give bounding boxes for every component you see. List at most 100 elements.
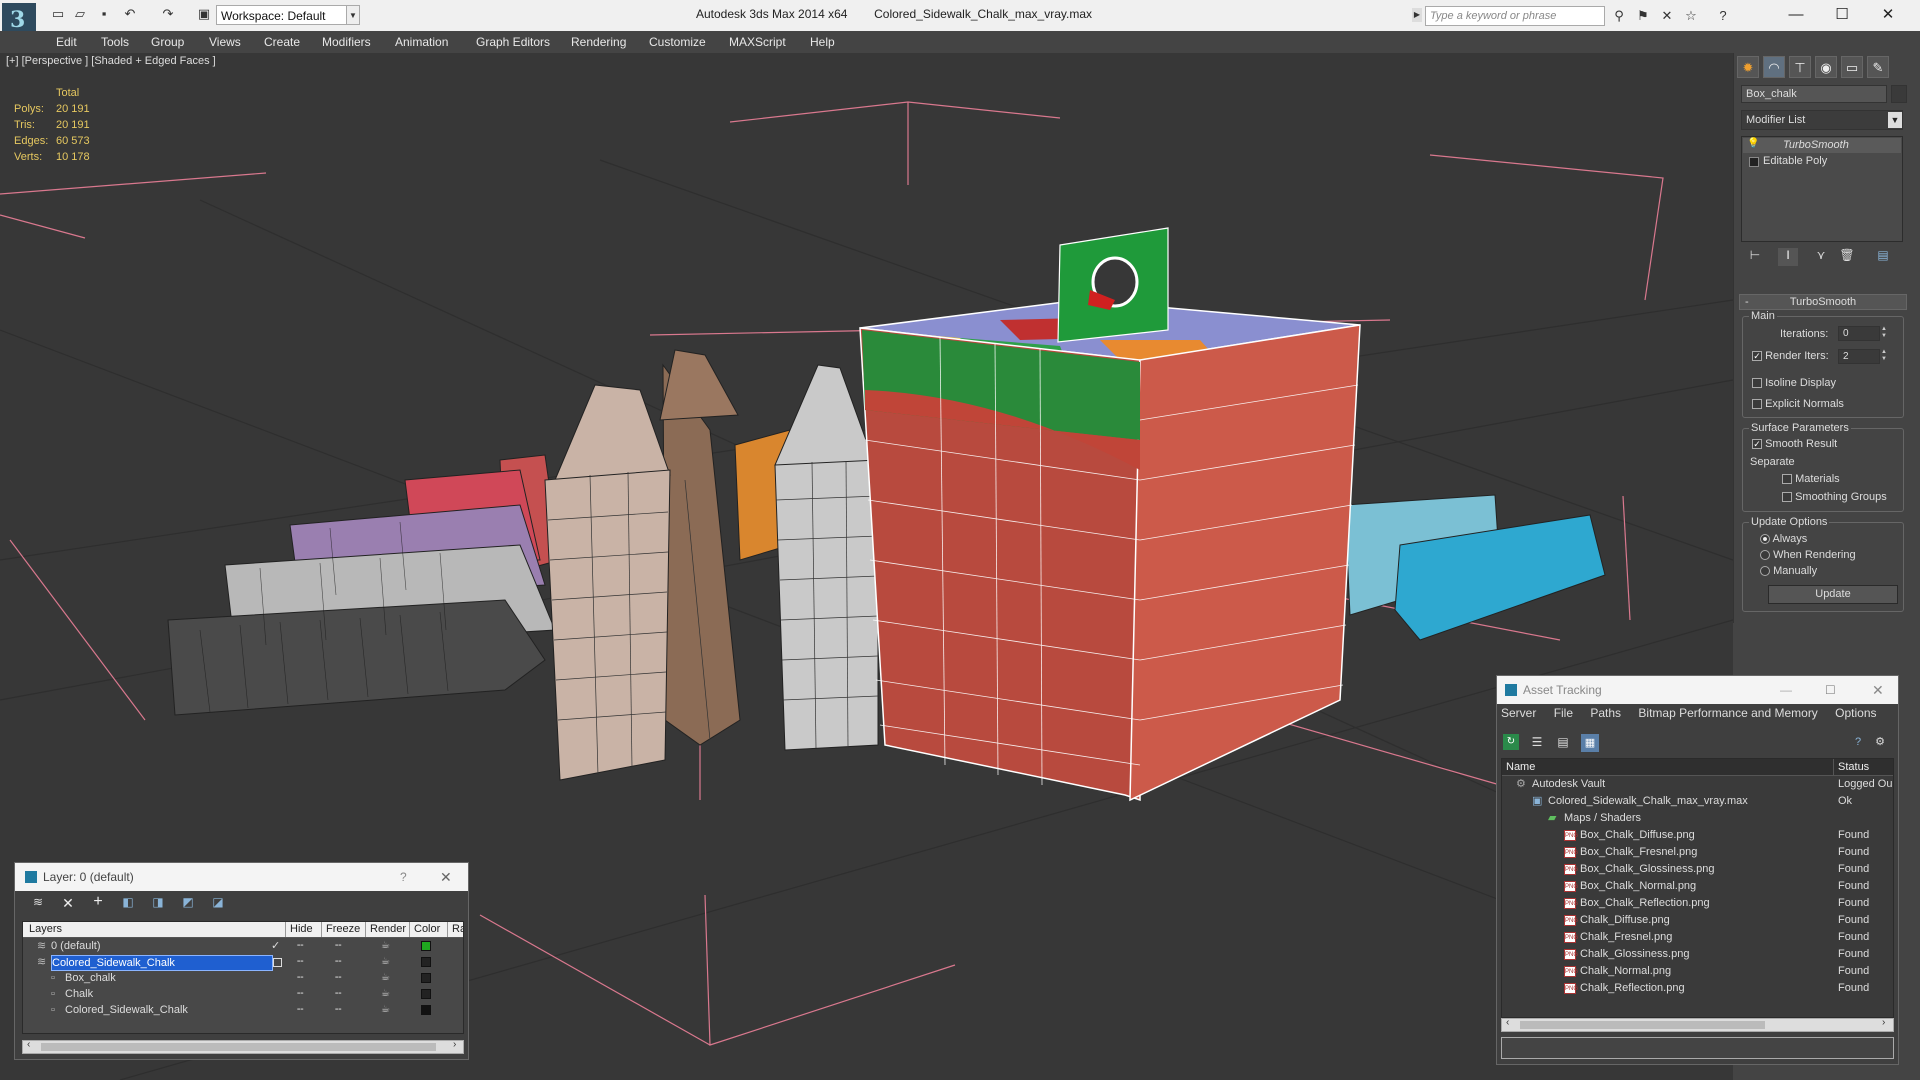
exchange-icon[interactable]: ✕ — [1658, 8, 1676, 24]
scroll-right-icon[interactable]: › — [453, 1039, 456, 1050]
scroll-left-icon[interactable]: ‹ — [27, 1039, 30, 1050]
asset-horizontal-scrollbar[interactable]: ‹ › — [1501, 1017, 1894, 1032]
freeze-toggle[interactable]: ╍ — [335, 938, 342, 954]
select-objects-icon[interactable]: ◧ — [120, 895, 136, 911]
favorites-star-icon[interactable]: ☆ — [1682, 8, 1700, 24]
help-icon[interactable]: ? — [400, 863, 407, 891]
close-icon[interactable]: ✕ — [1872, 676, 1884, 704]
render-teapot-icon[interactable]: ☕ — [381, 986, 390, 1002]
binoculars-icon[interactable]: ⚲ — [1610, 8, 1628, 24]
layer-color-swatch[interactable] — [421, 957, 431, 967]
object-color-swatch[interactable] — [1891, 85, 1907, 103]
menu-graph-editors[interactable]: Graph Editors — [476, 31, 550, 53]
list-view-icon[interactable]: ☰ — [1529, 734, 1545, 750]
minimize-icon[interactable]: — — [1776, 3, 1816, 27]
asset-row[interactable]: PNG Chalk_Glossiness.png Found — [1502, 946, 1893, 963]
menu-animation[interactable]: Animation — [395, 31, 448, 53]
display-tab-icon[interactable]: ▭ — [1841, 56, 1863, 78]
motion-tab-icon[interactable]: ◉ — [1815, 56, 1837, 78]
freeze-toggle[interactable]: ╍ — [335, 954, 342, 970]
render-iters-spinner[interactable]: ▲ ▼ — [1881, 349, 1889, 364]
smoothing-groups-checkbox[interactable] — [1782, 492, 1792, 503]
smooth-result-checkbox[interactable]: ✓ — [1752, 439, 1762, 450]
menu-maxscript[interactable]: MAXScript — [729, 31, 786, 53]
show-end-result-icon[interactable]: I — [1778, 248, 1798, 266]
render-teapot-icon[interactable]: ☕ — [381, 970, 390, 986]
col-name-header[interactable]: Name — [1506, 759, 1535, 775]
menu-create[interactable]: Create — [264, 31, 300, 53]
hide-toggle[interactable]: ╍ — [297, 970, 304, 986]
render-teapot-icon[interactable]: ☕ — [381, 954, 390, 970]
asset-row[interactable]: PNG Chalk_Reflection.png Found — [1502, 980, 1893, 997]
at-menu-bitmap-performance[interactable]: Bitmap Performance and Memory — [1638, 706, 1817, 720]
freeze-all-icon[interactable]: ◪ — [210, 895, 226, 911]
menu-rendering[interactable]: Rendering — [571, 31, 626, 53]
chevron-down-icon[interactable]: ▼ — [346, 5, 360, 25]
render-iters-input[interactable]: 2 — [1838, 349, 1880, 364]
help-icon[interactable]: ? — [1850, 734, 1866, 750]
menu-group[interactable]: Group — [151, 31, 184, 53]
layer-color-swatch[interactable] — [421, 973, 431, 983]
help-icon[interactable]: ? — [1714, 8, 1732, 24]
iterations-input[interactable]: 0 — [1838, 326, 1880, 341]
configure-modifier-sets-icon[interactable]: ▤ — [1874, 248, 1892, 266]
new-file-icon[interactable]: ▭ — [50, 6, 66, 22]
layer-row[interactable]: ≋ 0 (default) ✓ ╍ ╍ ☕ — [23, 938, 463, 954]
hide-toggle[interactable]: ╍ — [297, 986, 304, 1002]
asset-row[interactable]: PNG Chalk_Diffuse.png Found — [1502, 912, 1893, 929]
hide-all-icon[interactable]: ◩ — [180, 895, 196, 911]
delete-layer-icon[interactable]: ✕ — [60, 895, 76, 911]
layer-object-row[interactable]: ▫ Box_chalk ╍ ╍ ☕ — [23, 970, 463, 986]
hide-toggle[interactable]: ╍ — [297, 938, 304, 954]
asset-row[interactable]: ▣ Colored_Sidewalk_Chalk_max_vray.max Ok — [1502, 793, 1893, 810]
object-name-field[interactable]: Box_chalk — [1741, 85, 1887, 103]
render-teapot-icon[interactable]: ☕ — [381, 938, 390, 954]
modify-tab-icon[interactable]: ◠ — [1763, 56, 1785, 78]
when-rendering-radio[interactable] — [1760, 550, 1770, 561]
asset-row[interactable]: ⚙ Autodesk Vault Logged Ou — [1502, 776, 1893, 793]
search-expand-icon[interactable]: ▶ — [1412, 8, 1422, 22]
settings-icon[interactable]: ⚙ — [1872, 734, 1888, 750]
hide-toggle[interactable]: ╍ — [297, 1002, 304, 1018]
modifier-list-dropdown[interactable]: Modifier List — [1741, 110, 1903, 130]
viewport-label[interactable]: [+] [Perspective ] [Shaded + Edged Faces… — [6, 55, 216, 67]
turbosmooth-rollout-header[interactable]: - TurboSmooth — [1739, 294, 1907, 310]
save-icon[interactable]: ▪ — [96, 6, 112, 22]
asset-row[interactable]: PNG Box_Chalk_Diffuse.png Found — [1502, 827, 1893, 844]
asset-tracking-titlebar[interactable]: Asset Tracking — ☐ ✕ — [1497, 676, 1898, 704]
layer-color-swatch[interactable] — [421, 989, 431, 999]
hide-toggle[interactable]: ╍ — [297, 954, 304, 970]
lightbulb-icon[interactable]: 💡 — [1747, 138, 1759, 149]
asset-row[interactable]: ▰ Maps / Shaders — [1502, 810, 1893, 827]
col-radiosity-header[interactable]: Ra — [447, 922, 463, 937]
layer-row[interactable]: ≋ Colored_Sidewalk_Chalk ╍ ╍ ☕ — [23, 954, 463, 971]
open-file-icon[interactable]: ▱ — [72, 6, 88, 22]
expand-icon[interactable] — [1749, 157, 1759, 167]
freeze-toggle[interactable]: ╍ — [335, 1002, 342, 1018]
remove-modifier-icon[interactable]: 🗑 — [1838, 248, 1856, 266]
create-tab-icon[interactable]: ✹ — [1737, 56, 1759, 78]
minimize-icon[interactable]: — — [1780, 676, 1792, 704]
create-layer-icon[interactable]: ≋ — [30, 895, 46, 911]
render-iters-checkbox[interactable]: ✓ — [1752, 351, 1762, 362]
asset-row[interactable]: PNG Chalk_Normal.png Found — [1502, 963, 1893, 980]
workspace-dropdown[interactable]: Workspace: Default — [216, 5, 358, 25]
asset-row[interactable]: PNG Box_Chalk_Normal.png Found — [1502, 878, 1893, 895]
scroll-left-icon[interactable]: ‹ — [1506, 1017, 1509, 1028]
layer-color-swatch[interactable] — [421, 1005, 431, 1015]
maximize-icon[interactable]: ☐ — [1825, 676, 1836, 704]
scroll-right-icon[interactable]: › — [1882, 1017, 1885, 1028]
chevron-down-icon[interactable]: ▼ — [1888, 112, 1902, 128]
add-to-layer-icon[interactable]: + — [90, 893, 106, 910]
layer-window-titlebar[interactable]: Layer: 0 (default) ? ✕ — [15, 863, 468, 891]
col-hide-header[interactable]: Hide — [285, 922, 313, 937]
menu-modifiers[interactable]: Modifiers — [322, 31, 371, 53]
search-input[interactable]: Type a keyword or phrase — [1425, 6, 1605, 26]
col-color-header[interactable]: Color — [409, 922, 440, 937]
freeze-toggle[interactable]: ╍ — [335, 986, 342, 1002]
utilities-tab-icon[interactable]: ✎ — [1867, 56, 1889, 78]
scrollbar-thumb[interactable] — [41, 1043, 436, 1051]
layer-horizontal-scrollbar[interactable]: ‹ › — [22, 1039, 464, 1054]
make-unique-icon[interactable]: ⋎ — [1812, 248, 1830, 266]
current-layer-check-icon[interactable]: ✓ — [271, 938, 280, 954]
